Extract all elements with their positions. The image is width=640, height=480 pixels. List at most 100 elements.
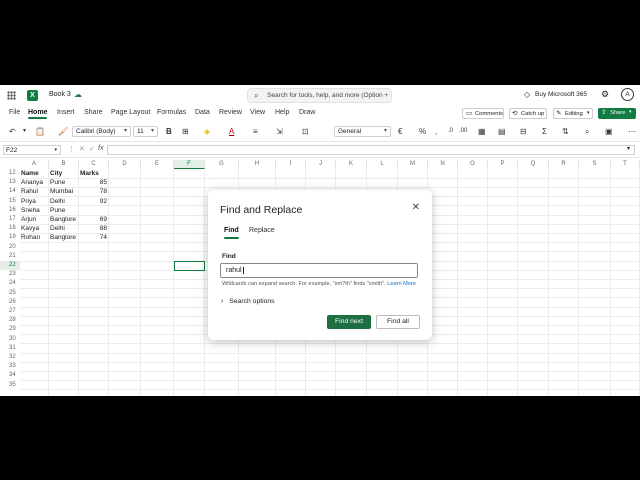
column-header-o[interactable]: O (458, 160, 488, 169)
column-header-c[interactable]: C (79, 160, 109, 169)
row-header-20[interactable]: 20 (0, 243, 20, 252)
tab-replace[interactable]: Replace (249, 227, 275, 234)
row-header-25[interactable]: 25 (0, 289, 20, 298)
decrease-decimal-icon[interactable]: .00 (459, 126, 467, 137)
tab-draw[interactable]: Draw (299, 109, 315, 116)
row-header-19[interactable]: 19 (0, 233, 20, 242)
learn-more-link[interactable]: Learn More (387, 281, 416, 287)
cell-city[interactable]: Mumbai (50, 187, 73, 196)
comments-button[interactable]: ▭ Comments (462, 108, 504, 119)
align-icon[interactable]: ≡ (253, 126, 258, 137)
tab-share[interactable]: Share (84, 109, 103, 116)
name-box[interactable]: F22 ▾ (3, 145, 61, 155)
font-size-dropdown[interactable]: 11 ▾ (133, 126, 158, 137)
row-header-22[interactable]: 22 (0, 261, 20, 271)
merge-icon[interactable]: ⊡ (302, 126, 309, 137)
editing-mode-dropdown[interactable]: ✎ Editing ▾ (553, 108, 593, 119)
cell-city[interactable]: Banglore (50, 215, 76, 224)
cancel-icon[interactable]: ✕ (79, 145, 85, 153)
row-header-14[interactable]: 14 (0, 187, 20, 196)
find-select-icon[interactable]: ⌕ (585, 126, 589, 137)
enter-icon[interactable]: ✓ (89, 145, 95, 153)
cell-city[interactable]: Delhi (50, 197, 65, 206)
column-header-q[interactable]: Q (518, 160, 549, 169)
app-launcher-icon[interactable] (7, 91, 16, 100)
buy-microsoft-365-link[interactable]: Buy Microsoft 365 (535, 91, 587, 98)
format-painter-icon[interactable]: 🖌 (58, 126, 68, 137)
document-title[interactable]: Book 3 (49, 91, 71, 98)
percent-icon[interactable]: % (419, 126, 426, 137)
currency-icon[interactable]: € (398, 126, 402, 137)
row-header-29[interactable]: 29 (0, 325, 20, 334)
share-button[interactable]: ⇪ Share ▾ (598, 108, 636, 119)
tab-file[interactable]: File (9, 109, 20, 116)
cell-city[interactable]: Pune (50, 178, 65, 187)
fill-icon[interactable]: ▣ (605, 126, 613, 137)
chevron-down-icon[interactable]: ▾ (627, 145, 630, 152)
row-header-33[interactable]: 33 (0, 362, 20, 371)
cell-name[interactable]: Rahul (21, 187, 38, 196)
sort-filter-icon[interactable]: ⇅ (562, 126, 569, 137)
cell-marks[interactable]: 78 (79, 187, 107, 196)
conditional-format-icon[interactable]: ▦ (478, 126, 486, 137)
cell-marks[interactable]: 74 (79, 233, 107, 242)
column-header-r[interactable]: R (549, 160, 579, 169)
cell-name[interactable]: Kavya (21, 224, 39, 233)
chevron-down-icon[interactable]: ▾ (23, 126, 26, 137)
column-header-b[interactable]: B (49, 160, 79, 169)
row-header-13[interactable]: 13 (0, 178, 20, 187)
row-header-21[interactable]: 21 (0, 252, 20, 261)
row-header-16[interactable]: 16 (0, 206, 20, 215)
column-header-f[interactable]: F (174, 160, 205, 169)
row-header-32[interactable]: 32 (0, 353, 20, 362)
tab-view[interactable]: View (250, 109, 265, 116)
row-header-26[interactable]: 26 (0, 298, 20, 307)
column-header-k[interactable]: K (336, 160, 367, 169)
column-header-a[interactable]: A (20, 160, 49, 169)
column-header-t[interactable]: T (611, 160, 640, 169)
header-cell-marks[interactable]: Marks (80, 169, 99, 178)
row-header-24[interactable]: 24 (0, 279, 20, 288)
more-options-icon[interactable]: ⋯ (628, 126, 636, 137)
cell-marks[interactable]: 85 (79, 178, 107, 187)
header-cell-name[interactable]: Name (21, 169, 39, 178)
avatar[interactable]: A (621, 88, 634, 101)
wrap-text-icon[interactable]: ⇲ (276, 126, 283, 137)
borders-icon[interactable]: ⊞ (182, 126, 189, 137)
tab-home[interactable]: Home (28, 109, 48, 119)
close-icon[interactable]: ✕ (412, 202, 420, 213)
format-table-icon[interactable]: ▤ (498, 126, 506, 137)
row-header-23[interactable]: 23 (0, 270, 20, 279)
autosum-icon[interactable]: Σ (542, 126, 547, 137)
search-input[interactable]: ⌕ Search for tools, help, and more (Opti… (247, 88, 392, 103)
tab-formulas[interactable]: Formulas (157, 109, 186, 116)
column-header-h[interactable]: H (239, 160, 276, 169)
cell-styles-icon[interactable]: ⊟ (520, 126, 527, 137)
undo-icon[interactable]: ↶ (9, 126, 16, 137)
column-header-s[interactable]: S (579, 160, 611, 169)
paste-icon[interactable]: 📋 (35, 126, 45, 137)
number-format-dropdown[interactable]: General ▾ (334, 126, 391, 137)
column-header-e[interactable]: E (141, 160, 174, 169)
column-header-p[interactable]: P (488, 160, 518, 169)
bold-icon[interactable]: B (166, 126, 172, 137)
cell-marks[interactable]: 88 (79, 224, 107, 233)
cell-city[interactable]: Pune (50, 206, 65, 215)
settings-gear-icon[interactable]: ⚙ (601, 89, 609, 100)
catch-up-button[interactable]: ⟲ Catch up (509, 108, 547, 119)
row-header-34[interactable]: 34 (0, 371, 20, 380)
row-header-12[interactable]: 12 (0, 169, 20, 178)
cell-name[interactable]: Rohan (21, 233, 40, 242)
selected-cell-f22[interactable] (174, 261, 205, 272)
row-header-35[interactable]: 35 (0, 381, 20, 390)
search-options-toggle[interactable]: › Search options (221, 298, 275, 305)
cell-name[interactable]: Priya (21, 197, 36, 206)
tab-review[interactable]: Review (219, 109, 242, 116)
function-icon[interactable]: fx (98, 145, 103, 152)
column-header-g[interactable]: G (205, 160, 239, 169)
row-header-30[interactable]: 30 (0, 335, 20, 344)
cell-name[interactable]: Arjun (21, 215, 36, 224)
row-header-18[interactable]: 18 (0, 224, 20, 233)
tab-find[interactable]: Find (224, 227, 239, 239)
find-all-button[interactable]: Find all (376, 315, 420, 329)
